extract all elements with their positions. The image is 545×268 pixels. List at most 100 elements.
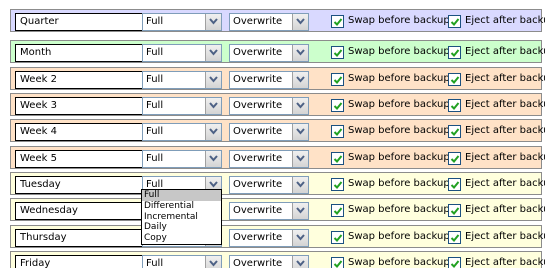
swap-before-backup-label: Swap before backup bbox=[348, 204, 450, 215]
checkbox-box[interactable] bbox=[331, 73, 344, 86]
eject-after-backup-checkbox[interactable]: Eject after backup bbox=[448, 15, 545, 29]
checkbox-box[interactable] bbox=[331, 99, 344, 112]
checkbox-box[interactable] bbox=[448, 204, 461, 217]
eject-after-backup-checkbox[interactable]: Eject after backup bbox=[448, 152, 545, 166]
backup-type-combo[interactable]: Full bbox=[142, 123, 222, 141]
checkbox-box[interactable] bbox=[448, 15, 461, 28]
eject-after-backup-checkbox[interactable]: Eject after backup bbox=[448, 178, 545, 192]
checkbox-box[interactable] bbox=[331, 257, 344, 268]
chevron-down-icon[interactable] bbox=[292, 124, 308, 140]
swap-before-backup-label: Swap before backup bbox=[348, 99, 450, 110]
check-icon bbox=[450, 234, 460, 242]
eject-after-backup-checkbox[interactable]: Eject after backup bbox=[448, 46, 545, 60]
dropdown-option[interactable]: Differential bbox=[142, 201, 221, 212]
write-mode-value: Overwrite bbox=[233, 258, 283, 268]
eject-after-backup-checkbox[interactable]: Eject after backup bbox=[448, 204, 545, 218]
media-set-name-field[interactable]: Week 2 bbox=[15, 71, 144, 89]
checkbox-box[interactable] bbox=[448, 46, 461, 59]
chevron-down-icon[interactable] bbox=[205, 98, 221, 114]
dropdown-option[interactable]: Incremental bbox=[142, 212, 221, 223]
checkbox-box[interactable] bbox=[448, 178, 461, 191]
eject-after-backup-checkbox[interactable]: Eject after backup bbox=[448, 73, 545, 87]
checkbox-box[interactable] bbox=[331, 178, 344, 191]
swap-before-backup-checkbox[interactable]: Swap before backup bbox=[331, 46, 451, 60]
chevron-down-icon[interactable] bbox=[292, 177, 308, 193]
write-mode-combo[interactable]: Overwrite bbox=[229, 255, 309, 268]
eject-after-backup-checkbox[interactable]: Eject after backup bbox=[448, 99, 545, 113]
dropdown-option[interactable]: Full bbox=[142, 190, 221, 201]
swap-before-backup-checkbox[interactable]: Swap before backup bbox=[331, 204, 451, 218]
chevron-down-icon[interactable] bbox=[205, 45, 221, 61]
checkbox-box[interactable] bbox=[331, 152, 344, 165]
backup-type-combo[interactable]: Full bbox=[142, 255, 222, 268]
write-mode-combo[interactable]: Overwrite bbox=[229, 202, 309, 220]
check-icon bbox=[333, 207, 343, 215]
chevron-down-icon[interactable] bbox=[292, 256, 308, 268]
write-mode-combo[interactable]: Overwrite bbox=[229, 229, 309, 247]
write-mode-value: Overwrite bbox=[233, 16, 283, 27]
chevron-down-icon[interactable] bbox=[292, 98, 308, 114]
eject-after-backup-checkbox[interactable]: Eject after backup bbox=[448, 231, 545, 245]
checkbox-box[interactable] bbox=[331, 125, 344, 138]
backup-type-combo[interactable]: Full bbox=[142, 71, 222, 89]
chevron-down-icon[interactable] bbox=[205, 151, 221, 167]
swap-before-backup-checkbox[interactable]: Swap before backup bbox=[331, 231, 451, 245]
media-set-name-field[interactable]: Friday bbox=[15, 255, 144, 268]
swap-before-backup-checkbox[interactable]: Swap before backup bbox=[331, 125, 451, 139]
chevron-down-icon[interactable] bbox=[292, 230, 308, 246]
check-icon bbox=[450, 18, 460, 26]
swap-before-backup-checkbox[interactable]: Swap before backup bbox=[331, 152, 451, 166]
swap-before-backup-checkbox[interactable]: Swap before backup bbox=[331, 15, 451, 29]
chevron-down-icon[interactable] bbox=[205, 256, 221, 268]
swap-before-backup-checkbox[interactable]: Swap before backup bbox=[331, 99, 451, 113]
backup-type-value: Full bbox=[146, 126, 164, 137]
write-mode-combo[interactable]: Overwrite bbox=[229, 176, 309, 194]
checkbox-box[interactable] bbox=[448, 99, 461, 112]
media-set-name-field[interactable]: Month bbox=[15, 44, 144, 62]
media-set-name-field[interactable]: Tuesday bbox=[15, 176, 144, 194]
dropdown-option[interactable]: Copy bbox=[142, 233, 221, 244]
backup-type-combo[interactable]: Full bbox=[142, 13, 222, 31]
write-mode-combo[interactable]: Overwrite bbox=[229, 13, 309, 31]
write-mode-combo[interactable]: Overwrite bbox=[229, 71, 309, 89]
backup-type-combo[interactable]: Full bbox=[142, 150, 222, 168]
swap-before-backup-checkbox[interactable]: Swap before backup bbox=[331, 73, 451, 87]
checkbox-box[interactable] bbox=[331, 15, 344, 28]
checkbox-box[interactable] bbox=[448, 231, 461, 244]
checkbox-box[interactable] bbox=[331, 46, 344, 59]
checkbox-box[interactable] bbox=[448, 257, 461, 268]
chevron-down-icon[interactable] bbox=[205, 72, 221, 88]
media-set-name-field[interactable]: Week 3 bbox=[15, 97, 144, 115]
eject-after-backup-checkbox[interactable]: Eject after backup bbox=[448, 257, 545, 268]
chevron-down-icon[interactable] bbox=[292, 203, 308, 219]
chevron-down-icon[interactable] bbox=[205, 14, 221, 30]
media-set-name-field[interactable]: Thursday bbox=[15, 229, 144, 247]
checkbox-box[interactable] bbox=[331, 204, 344, 217]
backup-type-combo[interactable]: Full bbox=[142, 44, 222, 62]
checkbox-box[interactable] bbox=[448, 73, 461, 86]
media-set-name-field[interactable]: Quarter bbox=[15, 13, 144, 31]
swap-before-backup-checkbox[interactable]: Swap before backup bbox=[331, 178, 451, 192]
checkbox-box[interactable] bbox=[448, 152, 461, 165]
write-mode-combo[interactable]: Overwrite bbox=[229, 97, 309, 115]
chevron-down-icon[interactable] bbox=[292, 14, 308, 30]
media-set-name-field[interactable]: Week 4 bbox=[15, 123, 144, 141]
backup-row: Week 4 Full Overwrite Swap before backup… bbox=[10, 119, 545, 142]
chevron-down-icon[interactable] bbox=[292, 45, 308, 61]
chevron-down-icon[interactable] bbox=[292, 151, 308, 167]
swap-before-backup-checkbox[interactable]: Swap before backup bbox=[331, 257, 451, 268]
backup-type-combo[interactable]: Full bbox=[142, 97, 222, 115]
media-set-name-field[interactable]: Week 5 bbox=[15, 150, 144, 168]
backup-type-dropdown-list[interactable]: Full Differential Incremental Daily Copy bbox=[141, 189, 222, 245]
checkbox-box[interactable] bbox=[331, 231, 344, 244]
write-mode-combo[interactable]: Overwrite bbox=[229, 150, 309, 168]
eject-after-backup-checkbox[interactable]: Eject after backup bbox=[448, 125, 545, 139]
write-mode-value: Overwrite bbox=[233, 47, 283, 58]
chevron-down-icon[interactable] bbox=[292, 72, 308, 88]
chevron-down-icon[interactable] bbox=[205, 124, 221, 140]
write-mode-combo[interactable]: Overwrite bbox=[229, 44, 309, 62]
dropdown-option[interactable]: Daily bbox=[142, 222, 221, 233]
checkbox-box[interactable] bbox=[448, 125, 461, 138]
write-mode-combo[interactable]: Overwrite bbox=[229, 123, 309, 141]
media-set-name-field[interactable]: Wednesday bbox=[15, 202, 144, 220]
